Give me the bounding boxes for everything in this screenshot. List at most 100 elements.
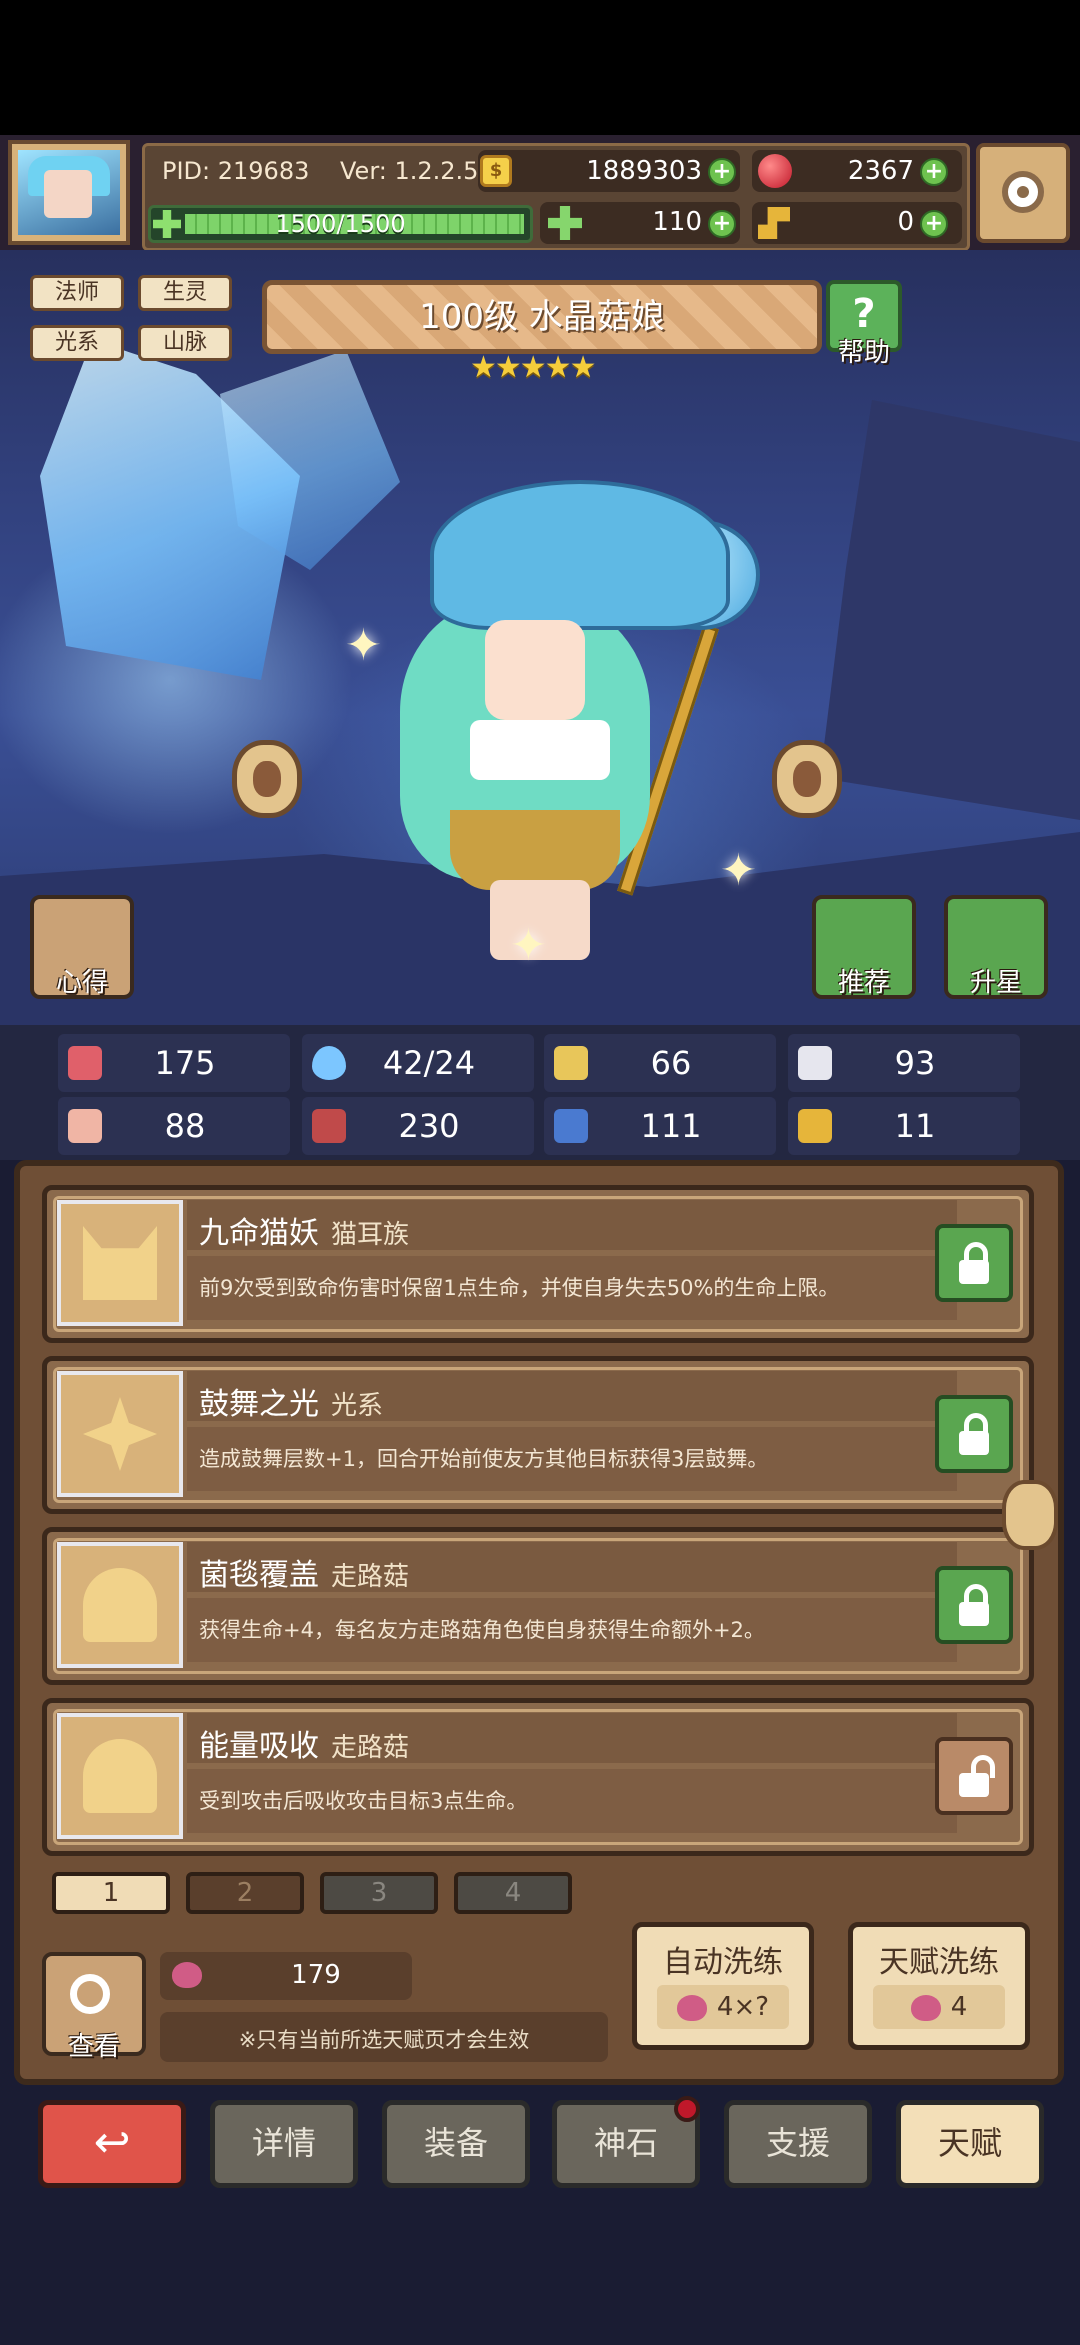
peach-icon (172, 1962, 202, 1988)
peach-count: 179 (291, 1960, 341, 1990)
hero-skirt (450, 810, 620, 890)
gear-icon (1002, 171, 1044, 213)
equipment-tab[interactable]: 装备 (382, 2100, 530, 2188)
help-label: 帮助 (837, 338, 890, 368)
add-key-button[interactable]: + (920, 210, 948, 238)
hero-face (485, 620, 585, 720)
talent-card[interactable]: 能量吸收 走路菇 受到攻击后吸收攻击目标3点生命。 (42, 1698, 1034, 1856)
stat-speed: 93 (788, 1034, 1020, 1092)
star-up-label: 升星 (969, 968, 1022, 998)
sparkle-icon: ✦ (720, 845, 757, 896)
talent-card[interactable]: 九命猫妖 猫耳族 前9次受到致命伤害时保留1点生命，并使自身失去50%的生命上限。 (42, 1185, 1034, 1343)
talent-note: ※只有当前所选天赋页才会生效 (238, 2028, 530, 2052)
talent-type: 光系 (331, 1391, 384, 1421)
add-clover-button[interactable]: + (708, 210, 736, 238)
back-arrow-icon: ↩ (93, 2117, 131, 2168)
talent-type: 走路菇 (331, 1733, 410, 1763)
question-icon: ? (852, 291, 876, 337)
clover-value: 110 (652, 207, 702, 237)
cave-rock (820, 400, 1080, 820)
horseshoe-icon (798, 1109, 832, 1143)
reroll-button[interactable]: 天赋洗练 4 (848, 1922, 1030, 2050)
element-tag: 光系 (30, 325, 124, 361)
red-gem-icon (758, 154, 792, 188)
add-gem-button[interactable]: + (920, 158, 948, 186)
lock-icon[interactable] (935, 1566, 1013, 1644)
terrain-tag: 山脉 (138, 325, 232, 361)
talent-tab[interactable]: 天赋 (896, 2100, 1044, 2188)
lock-icon[interactable] (935, 1224, 1013, 1302)
talent-name: 能量吸收 (199, 1729, 319, 1764)
lock-icon[interactable] (935, 1395, 1013, 1473)
talent-card[interactable]: 菌毯覆盖 走路菇 获得生命+4，每名友方走路菇角色使自身获得生命额外+2。 (42, 1527, 1034, 1685)
talent-description: 造成鼓舞层数+1，回合开始前使友方其他目标获得3层鼓舞。 (199, 1447, 769, 1471)
talent-description: 受到攻击后吸收攻击目标3点生命。 (199, 1789, 528, 1813)
talent-name: 鼓舞之光 (199, 1387, 319, 1422)
talent-description: 获得生命+4，每名友方走路菇角色使自身获得生命额外+2。 (199, 1618, 765, 1642)
player-id: PID: 219683 (162, 157, 310, 185)
auto-reroll-button[interactable]: 自动洗练 4×? (632, 1922, 814, 2050)
settings-button[interactable] (976, 143, 1070, 243)
support-tab[interactable]: 支援 (724, 2100, 872, 2188)
sparkle-icon: ✦ (510, 920, 547, 971)
auto-reroll-label: 自动洗练 (663, 1945, 783, 1980)
peach-icon (910, 1994, 941, 2021)
talent-type: 猫耳族 (331, 1220, 410, 1250)
talent-type: 走路菇 (331, 1562, 410, 1592)
add-gold-button[interactable]: + (708, 158, 736, 186)
stairs-icon (554, 1109, 588, 1143)
magnifier-icon (70, 1974, 110, 2014)
left-arrow-coin-button[interactable] (232, 740, 302, 818)
back-button[interactable]: ↩ (38, 2100, 186, 2188)
mushroom-icon (57, 1542, 183, 1668)
talent-page-tab-3[interactable]: 3 (320, 1872, 438, 1914)
stat-attack: 88 (58, 1097, 290, 1155)
energy-bar: 1500/1500 (148, 205, 533, 243)
view-label: 查看 (67, 2032, 120, 2062)
auto-reroll-cost: 4×? (716, 1992, 770, 2022)
fist-icon (68, 1109, 102, 1143)
peach-counter: 179 (160, 1952, 412, 2000)
talent-card[interactable]: 鼓舞之光 光系 造成鼓舞层数+1，回合开始前使友方其他目标获得3层鼓舞。 (42, 1356, 1034, 1514)
race-tag: 生灵 (138, 275, 232, 311)
hero-top (470, 720, 610, 780)
stat-hp: 175 (58, 1034, 290, 1092)
gold-coin-icon (480, 155, 512, 187)
talent-name: 菌毯覆盖 (199, 1558, 319, 1593)
right-arrow-coin-button[interactable] (772, 740, 842, 818)
mushroom-icon (57, 1713, 183, 1839)
key-value: 0 (897, 207, 914, 237)
book-icon (312, 1109, 346, 1143)
shield-icon (554, 1046, 588, 1080)
reroll-cost: 4 (950, 1992, 968, 2022)
scroll-arrow-button[interactable] (1002, 1480, 1058, 1550)
gold-value: 1889303 (586, 156, 702, 186)
talent-description: 前9次受到致命伤害时保留1点生命，并使自身失去50%的生命上限。 (199, 1276, 840, 1300)
player-avatar[interactable] (8, 140, 130, 245)
stat-magic: 230 (302, 1097, 534, 1155)
cat-icon (57, 1200, 183, 1326)
details-tab[interactable]: 详情 (210, 2100, 358, 2188)
wing-icon (798, 1046, 832, 1080)
peach-icon (676, 1994, 707, 2021)
game-version: Ver: 1.2.2.5 (340, 157, 479, 185)
recommend-label: 推荐 (837, 968, 890, 998)
sparkle-icon: ✦ (345, 620, 382, 671)
notification-dot (674, 2096, 700, 2122)
talent-page-tab-2[interactable]: 2 (186, 1872, 304, 1914)
character-title-banner: 100级 水晶菇娘 (262, 280, 822, 354)
reroll-label: 天赋洗练 (879, 1945, 999, 1980)
status-bar (0, 0, 1080, 135)
talent-page-tab-1[interactable]: 1 (52, 1872, 170, 1914)
talent-page-tab-4[interactable]: 4 (454, 1872, 572, 1914)
star-rating: ★★★★★ (470, 350, 596, 385)
heart-icon (68, 1046, 102, 1080)
gem-value: 2367 (847, 156, 914, 186)
energy-value: 1500/1500 (275, 210, 406, 238)
stat-defense: 66 (544, 1034, 776, 1092)
notes-label: 心得 (55, 968, 108, 998)
unlock-icon[interactable] (935, 1737, 1013, 1815)
class-tag: 法师 (30, 275, 124, 311)
talent-note-box: ※只有当前所选天赋页才会生效 (160, 2012, 608, 2062)
mana-drop-icon (312, 1046, 346, 1080)
